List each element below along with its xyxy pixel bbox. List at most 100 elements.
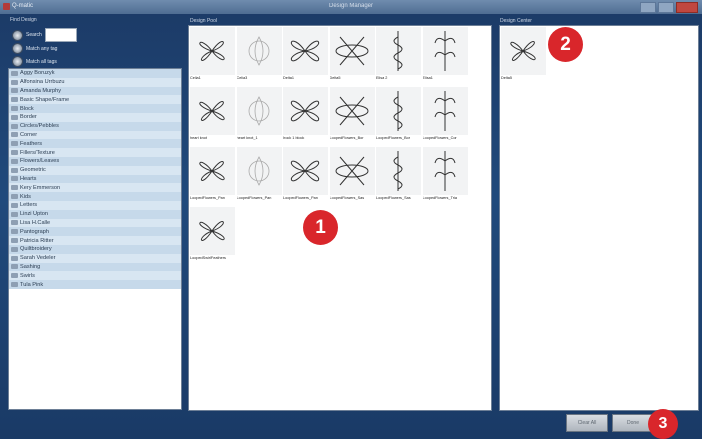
folder-list-item[interactable]: Feathers <box>9 139 181 149</box>
callout-badge-1: 1 <box>303 210 338 245</box>
design-preview-image <box>236 87 282 135</box>
design-name: Elisa1 <box>422 76 433 80</box>
maximize-button[interactable] <box>658 2 674 13</box>
folder-label: Feathers <box>20 140 43 147</box>
folder-icon <box>11 97 18 103</box>
design-preview-image <box>329 147 375 195</box>
folder-label: Patricia Ritter <box>20 237 54 244</box>
design-thumbnail[interactable]: LoopedFlowers_Cor <box>422 87 468 144</box>
design-preview-image <box>329 27 375 75</box>
design-thumbnail[interactable]: Elisa 2 <box>376 27 421 84</box>
design-pool[interactable]: Celia1 Celia3 Delta1 Delta5 Elisa 2 Elisa1 hea… <box>188 25 492 411</box>
folder-list-item[interactable]: Sarah Vedeler <box>9 253 181 263</box>
design-preview-image <box>236 27 282 75</box>
folder-icon <box>11 106 18 112</box>
folder-list-item[interactable]: Kery Emmerson <box>9 183 181 193</box>
folder-list-item[interactable]: Corner <box>9 130 181 140</box>
design-thumbnail[interactable]: Elisa1 <box>422 27 468 84</box>
match-all-radio-button[interactable] <box>12 56 23 67</box>
design-thumbnail[interactable]: LoopedFlowers_Pan <box>190 147 235 204</box>
design-preview-image <box>376 87 421 135</box>
design-thumbnail[interactable]: heart knot <box>190 87 235 144</box>
design-name: LoopedFlowers_Pan <box>190 196 225 200</box>
folder-list-item[interactable]: Quiltbroidery <box>9 244 181 254</box>
design-thumbnail[interactable]: LoopedFlowers_Sas <box>376 147 421 204</box>
design-thumbnail[interactable]: Delta5 <box>329 27 375 84</box>
folder-list-item[interactable]: Tula Pink <box>9 280 181 289</box>
folder-list-item[interactable]: Linzi Upton <box>9 209 181 219</box>
folder-icon <box>11 220 18 226</box>
folder-list-item[interactable]: Flowers/Leaves <box>9 156 181 166</box>
folder-list-item[interactable]: Geometric <box>9 165 181 175</box>
folder-label: Letters <box>20 202 38 209</box>
folder-list-item[interactable]: Swirls <box>9 271 181 281</box>
minimize-button[interactable] <box>640 2 656 13</box>
folder-list-item[interactable]: Hearts <box>9 174 181 184</box>
close-button[interactable] <box>676 2 698 13</box>
design-preview-image <box>376 147 421 195</box>
design-center-label: Design Center <box>500 18 532 24</box>
design-thumbnail[interactable]: Celia1 <box>190 27 235 84</box>
design-name: heart knot <box>190 136 207 140</box>
design-thumbnail[interactable]: LoopedFlowers_Bor <box>329 87 375 144</box>
folder-list-item[interactable]: Lisa H.Calle <box>9 218 181 228</box>
design-thumbnail[interactable]: LoopedFlowers_Pan <box>236 147 282 204</box>
folder-list-item[interactable]: Circles/Pebbles <box>9 121 181 131</box>
design-thumbnail[interactable]: LoopedFlowers_Pan <box>283 147 328 204</box>
clear-all-button[interactable]: Clear All <box>566 414 608 432</box>
folder-icon <box>11 185 18 191</box>
folder-list-item[interactable]: Sashing <box>9 262 181 272</box>
folder-list-item[interactable]: Alfonsina Urrbuzu <box>9 77 181 87</box>
folder-icon <box>11 176 18 182</box>
design-thumbnail[interactable]: LoopedSwirlFeathers <box>190 207 235 264</box>
design-thumbnail[interactable]: LoopedFlowers_Bor <box>376 87 421 144</box>
folder-list-item[interactable]: Kids <box>9 192 181 201</box>
design-thumbnail[interactable]: Delta1 <box>283 27 328 84</box>
design-preview-image <box>283 27 328 75</box>
match-all-label: Match all tags <box>26 58 57 65</box>
folder-label: Linzi Upton <box>20 211 48 218</box>
folder-icon <box>11 273 18 279</box>
folder-list-item[interactable]: Letters <box>9 200 181 210</box>
folder-list-item[interactable]: Block <box>9 104 181 113</box>
folder-list[interactable]: Aggy Boruzyk Alfonsina Urrbuzu Amanda Murp… <box>8 68 182 410</box>
find-design-label: Find Design <box>10 17 37 23</box>
design-thumbnail[interactable]: LoopedFlowers_Sas <box>329 147 375 204</box>
folder-label: Tula Pink <box>20 281 44 288</box>
folder-icon <box>11 246 18 252</box>
search-input[interactable] <box>44 28 77 42</box>
design-thumbnail[interactable]: Delta5 <box>501 27 546 84</box>
folder-list-item[interactable]: Border <box>9 112 181 122</box>
design-thumbnail[interactable]: Irock 1 block <box>283 87 328 144</box>
match-any-radio-button[interactable] <box>12 43 23 54</box>
folder-list-item[interactable]: Amanda Murphy <box>9 86 181 96</box>
design-name: Delta5 <box>501 76 512 80</box>
design-preview-image <box>190 27 235 75</box>
folder-label: Border <box>20 114 37 121</box>
folder-label: Lisa H.Calle <box>20 219 51 226</box>
design-name: Delta1 <box>283 76 294 80</box>
design-name: heart knot_1 <box>236 136 258 140</box>
folder-icon <box>11 158 18 164</box>
design-preview-image <box>501 27 546 75</box>
design-thumbnail[interactable]: Celia3 <box>236 27 282 84</box>
design-preview-image <box>190 207 235 255</box>
search-radio-button[interactable] <box>12 29 23 41</box>
match-any-option[interactable]: Match any tag <box>12 43 57 54</box>
design-center[interactable]: Delta5 <box>499 25 699 411</box>
design-thumbnail[interactable]: heart knot_1 <box>236 87 282 144</box>
design-preview-image <box>283 87 328 135</box>
match-all-option[interactable]: Match all tags <box>12 56 57 67</box>
design-pool-label: Design Pool <box>190 18 217 24</box>
design-preview-image <box>190 147 235 195</box>
folder-list-item[interactable]: Fillers/Texture <box>9 148 181 157</box>
folder-list-item[interactable]: Pantograph <box>9 227 181 237</box>
design-thumbnail[interactable]: LoopedFlowers_Tria <box>422 147 468 204</box>
folder-list-item[interactable]: Patricia Ritter <box>9 236 181 245</box>
folder-label: Corner <box>20 131 38 138</box>
folder-list-item[interactable]: Aggy Boruzyk <box>9 69 181 78</box>
folder-label: Quiltbroidery <box>20 246 52 253</box>
design-name: LoopedFlowers_Bor <box>329 136 364 140</box>
design-preview-image <box>236 147 282 195</box>
folder-list-item[interactable]: Basic Shape/Frame <box>9 95 181 105</box>
